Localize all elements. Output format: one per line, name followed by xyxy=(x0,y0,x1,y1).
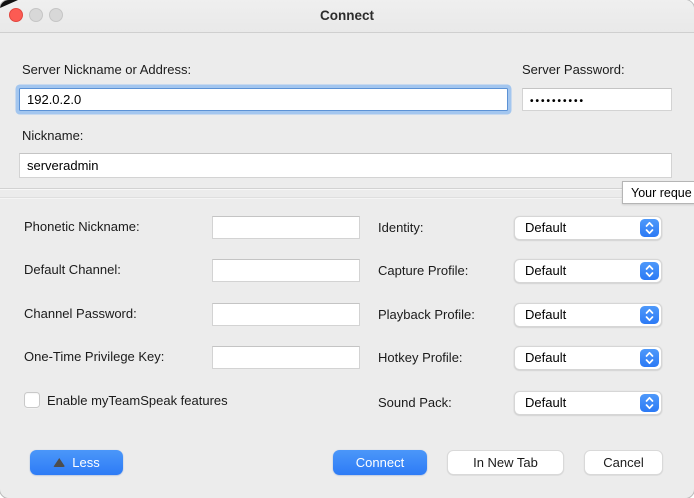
playback-profile-dropdown-value: Default xyxy=(525,307,566,322)
server-address-label: Server Nickname or Address: xyxy=(22,62,191,77)
capture-profile-dropdown[interactable]: Default xyxy=(514,259,662,283)
updown-chevrons-icon xyxy=(640,262,659,280)
tooltip: Your reque xyxy=(622,181,694,204)
nickname-input[interactable] xyxy=(19,153,672,178)
window-title: Connect xyxy=(0,0,694,32)
myteamspeak-checkbox-label: Enable myTeamSpeak features xyxy=(47,393,228,408)
identity-dropdown-value: Default xyxy=(525,220,566,235)
separator xyxy=(0,188,694,189)
collapse-arrow-icon xyxy=(53,458,65,467)
myteamspeak-checkbox[interactable] xyxy=(24,392,40,408)
channel-password-label: Channel Password: xyxy=(24,306,137,321)
sound-pack-dropdown[interactable]: Default xyxy=(514,391,662,415)
updown-chevrons-icon xyxy=(640,306,659,324)
hotkey-profile-dropdown-value: Default xyxy=(525,350,566,365)
channel-password-input[interactable] xyxy=(212,303,360,326)
playback-profile-label: Playback Profile: xyxy=(378,307,475,322)
sound-pack-label: Sound Pack: xyxy=(378,395,452,410)
hotkey-profile-dropdown[interactable]: Default xyxy=(514,346,662,370)
in-new-tab-button-label: In New Tab xyxy=(473,455,538,470)
phonetic-nickname-input[interactable] xyxy=(212,216,360,239)
identity-dropdown[interactable]: Default xyxy=(514,216,662,240)
updown-chevrons-icon xyxy=(640,394,659,412)
hotkey-profile-label: Hotkey Profile: xyxy=(378,350,463,365)
connect-dialog: Connect Server Nickname or Address: Serv… xyxy=(0,0,694,498)
close-button[interactable] xyxy=(9,8,23,22)
server-password-input[interactable] xyxy=(522,88,672,111)
cancel-button-label: Cancel xyxy=(603,455,643,470)
capture-profile-dropdown-value: Default xyxy=(525,263,566,278)
minimize-button xyxy=(29,8,43,22)
connect-button-label: Connect xyxy=(356,455,404,470)
separator xyxy=(0,197,694,198)
zoom-button xyxy=(49,8,63,22)
nickname-label: Nickname: xyxy=(22,128,83,143)
connect-button[interactable]: Connect xyxy=(333,450,427,475)
privilege-key-input[interactable] xyxy=(212,346,360,369)
playback-profile-dropdown[interactable]: Default xyxy=(514,303,662,327)
default-channel-label: Default Channel: xyxy=(24,262,121,277)
privilege-key-label: One-Time Privilege Key: xyxy=(24,349,164,364)
server-password-label: Server Password: xyxy=(522,62,625,77)
capture-profile-label: Capture Profile: xyxy=(378,263,468,278)
updown-chevrons-icon xyxy=(640,349,659,367)
less-button-label: Less xyxy=(72,455,99,470)
sound-pack-dropdown-value: Default xyxy=(525,395,566,410)
cancel-button[interactable]: Cancel xyxy=(584,450,663,475)
in-new-tab-button[interactable]: In New Tab xyxy=(447,450,564,475)
titlebar[interactable]: Connect xyxy=(0,0,694,33)
phonetic-nickname-label: Phonetic Nickname: xyxy=(24,219,140,234)
less-button[interactable]: Less xyxy=(30,450,123,475)
server-address-input[interactable] xyxy=(19,88,508,111)
default-channel-input[interactable] xyxy=(212,259,360,282)
updown-chevrons-icon xyxy=(640,219,659,237)
identity-label: Identity: xyxy=(378,220,424,235)
